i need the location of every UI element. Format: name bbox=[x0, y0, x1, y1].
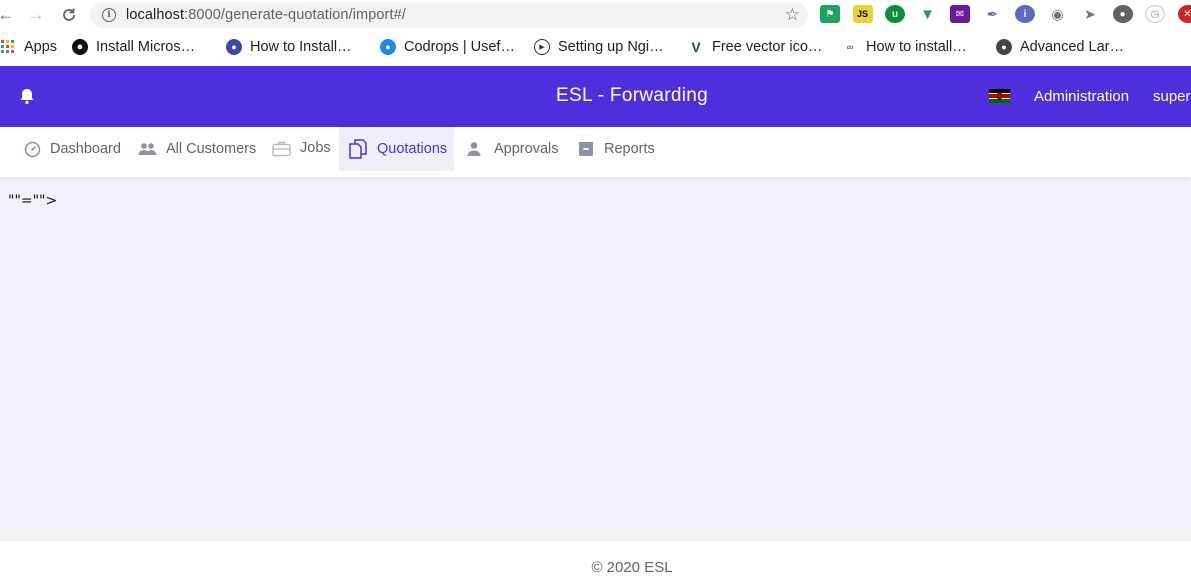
stray-markup-text: ""=""> bbox=[8, 193, 58, 209]
bookmark-free-vector[interactable]: V Free vector ico… bbox=[688, 32, 822, 62]
bookmark-label: Install Micros… bbox=[96, 39, 196, 55]
bookmark-label: Apps bbox=[24, 39, 58, 55]
administration-link[interactable]: Administration bbox=[1034, 88, 1129, 105]
bookmark-how-to-install[interactable]: ● How to Install… bbox=[226, 32, 352, 62]
bookmark-codrops[interactable]: ● Codrops | Usef… bbox=[380, 32, 515, 62]
person-icon bbox=[467, 142, 481, 156]
bookmark-label: How to Install… bbox=[250, 39, 352, 55]
nav-quotations[interactable]: Quotations bbox=[339, 127, 454, 171]
dashboard-icon bbox=[24, 141, 41, 157]
main-nav: Dashboard All Customers Jobs Quotations … bbox=[0, 127, 1191, 177]
nav-label: Quotations bbox=[377, 141, 448, 157]
bookmark-star-icon[interactable]: ☆ bbox=[785, 5, 800, 25]
clock-ext-icon[interactable]: ◷ bbox=[1145, 5, 1165, 23]
app-title: ESL - Forwarding bbox=[556, 85, 708, 106]
nav-jobs[interactable]: Jobs bbox=[272, 127, 336, 169]
bookmark-install-micros[interactable]: ● Install Micros… bbox=[72, 32, 195, 62]
url-path: :8000/generate-quotation/import#/ bbox=[184, 7, 406, 23]
archive-icon bbox=[579, 142, 593, 156]
camera-ext-icon[interactable]: ◉ bbox=[1048, 5, 1068, 23]
arrow-ext-icon[interactable]: ➤ bbox=[1080, 5, 1100, 23]
globe-icon: ● bbox=[996, 39, 1012, 55]
bookmark-setting-up-nginx[interactable]: ▶ Setting up Ngi… bbox=[534, 32, 664, 62]
bookmark-label: Free vector ico… bbox=[712, 39, 823, 55]
user-menu[interactable]: super bbox=[1153, 88, 1191, 105]
extensions-area: ⚑ JS u ▼ ✉ ✒ i ◉ ➤ ● ◷ ✕ bbox=[820, 5, 1191, 23]
copyright-text: © 2020 ESL bbox=[591, 559, 673, 576]
app-header: ESL - Forwarding Administration super bbox=[0, 66, 1191, 127]
documents-icon bbox=[349, 139, 367, 159]
nav-label: Reports bbox=[604, 141, 655, 157]
shield-ext-icon[interactable]: u bbox=[885, 5, 905, 23]
codrops-icon: ● bbox=[380, 39, 396, 55]
people-icon bbox=[138, 143, 157, 155]
url-host: localhost bbox=[126, 7, 185, 23]
bookmark-label: Setting up Ngi… bbox=[558, 39, 664, 55]
mail-ext-icon[interactable]: ✉ bbox=[950, 5, 970, 23]
nav-all-customers[interactable]: All Customers bbox=[138, 127, 263, 171]
bookmark-site-icon: ● bbox=[226, 39, 242, 55]
js-ext-icon[interactable]: JS bbox=[852, 5, 873, 23]
bookmark-advanced-laravel[interactable]: ● Advanced Lar… bbox=[996, 32, 1124, 62]
apps-grid-icon bbox=[0, 39, 16, 55]
github-icon: ● bbox=[72, 39, 88, 55]
url-text: localhost:8000/generate-quotation/import… bbox=[126, 7, 406, 23]
bookmark-label: Codrops | Usef… bbox=[404, 39, 515, 55]
browser-toolbar: ← → i localhost:8000/generate-quotation/… bbox=[0, 0, 1191, 30]
picker-ext-icon[interactable]: ✒ bbox=[983, 5, 1003, 23]
bookmark-label: Advanced Lar… bbox=[1020, 39, 1124, 55]
circle-ext-icon[interactable]: i bbox=[1015, 5, 1035, 23]
main-content: ""=""> bbox=[0, 177, 1191, 541]
play-circle-icon: ▶ bbox=[534, 39, 550, 55]
briefcase-icon bbox=[272, 141, 291, 156]
bookmark-apps[interactable]: Apps bbox=[0, 32, 57, 62]
adblock-ext-icon[interactable]: ✕ bbox=[1177, 5, 1191, 23]
bookmarks-bar: Apps ● Install Micros… ● How to Install…… bbox=[0, 32, 1191, 62]
nav-approvals[interactable]: Approvals bbox=[466, 127, 566, 171]
bookmark-label: How to install… bbox=[866, 39, 967, 55]
kenya-flag-icon[interactable] bbox=[989, 89, 1010, 103]
site-info-icon[interactable]: i bbox=[102, 8, 116, 22]
address-bar[interactable]: i localhost:8000/generate-quotation/impo… bbox=[90, 2, 808, 28]
link-icon: ∞ bbox=[846, 42, 854, 52]
vue-ext-icon[interactable]: ▼ bbox=[918, 5, 938, 23]
record-ext-icon[interactable]: ● bbox=[1112, 5, 1133, 23]
forward-arrow-icon[interactable]: → bbox=[25, 4, 47, 26]
nav-reports[interactable]: Reports bbox=[578, 127, 668, 171]
nav-label: All Customers bbox=[166, 141, 257, 157]
nav-label: Jobs bbox=[300, 140, 331, 156]
bookmark-how-to-install-2[interactable]: ∞ How to install… bbox=[842, 32, 967, 62]
nav-dashboard[interactable]: Dashboard bbox=[24, 127, 134, 171]
footer: © 2020 ESL bbox=[0, 541, 1191, 585]
vector-icon: V bbox=[691, 39, 701, 55]
back-arrow-icon[interactable]: ← bbox=[0, 4, 17, 26]
reload-icon[interactable] bbox=[58, 4, 80, 26]
nav-label: Dashboard bbox=[50, 141, 121, 157]
nav-label: Approvals bbox=[494, 141, 559, 157]
flag-ext-icon[interactable]: ⚑ bbox=[820, 5, 840, 23]
